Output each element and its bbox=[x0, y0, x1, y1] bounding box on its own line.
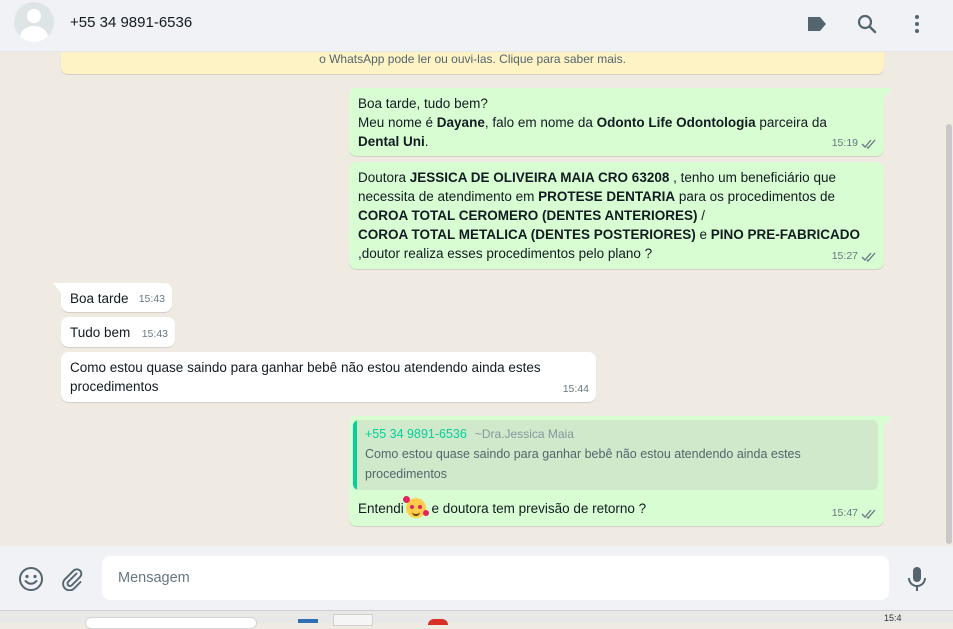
message-fragment: e doutora tem previsão de retorno ? bbox=[427, 501, 647, 516]
incoming-message[interactable]: Boa tarde 15:43 bbox=[53, 283, 172, 312]
message-fragment: Entendi bbox=[358, 501, 404, 516]
message-bold: Dayane bbox=[436, 115, 485, 130]
message-time: 15:43 bbox=[141, 328, 168, 340]
message-bold: Dental Uni bbox=[358, 134, 425, 149]
emoji-icon[interactable] bbox=[18, 566, 44, 592]
message-bold: PINO PRE-FABRICADO bbox=[710, 227, 861, 242]
quote-text: Como estou quase saindo para ganhar bebê… bbox=[365, 447, 801, 481]
taskbar-search[interactable] bbox=[85, 617, 257, 629]
message-bold: PROTESE DENTARIA bbox=[538, 189, 676, 204]
message-fragment: . bbox=[424, 134, 429, 149]
message-fragment: para os procedimentos de bbox=[675, 189, 835, 204]
message-time: 15:27 bbox=[831, 250, 858, 262]
message-text: Entendi e doutora tem previsão de retorn… bbox=[358, 496, 647, 518]
chat-scrollbar[interactable] bbox=[946, 124, 952, 544]
avatar-head bbox=[27, 9, 41, 23]
menu-dots-icon[interactable] bbox=[905, 12, 929, 36]
double-check-icon bbox=[861, 509, 876, 519]
contact-name[interactable]: +55 34 9891-6536 bbox=[70, 14, 192, 31]
contact-avatar[interactable] bbox=[14, 2, 54, 42]
message-bold: COROA TOTAL METALICA (DENTES POSTERIORES… bbox=[358, 227, 696, 242]
message-text: Doutora JESSICA DE OLIVEIRA MAIA CRO 632… bbox=[358, 168, 875, 263]
search-icon[interactable] bbox=[855, 12, 879, 36]
message-text: Como estou quase saindo para ganhar bebê… bbox=[70, 360, 541, 394]
quoted-message[interactable]: +55 34 9891-6536 ~Dra.Jessica Maia Como e… bbox=[353, 420, 878, 490]
taskbar-clock: 15:4 bbox=[884, 613, 902, 623]
quote-accent-bar bbox=[353, 420, 357, 490]
attach-icon[interactable] bbox=[59, 566, 85, 592]
chat-area[interactable]: o WhatsApp pode ler ou ouvi-las. Clique … bbox=[0, 52, 953, 546]
quote-author-alias: ~Dra.Jessica Maia bbox=[474, 427, 574, 441]
message-meta: 15:27 bbox=[832, 247, 877, 266]
message-fragment: parceira da bbox=[755, 115, 827, 130]
message-time: 15:19 bbox=[831, 137, 858, 149]
mic-icon[interactable] bbox=[904, 566, 930, 592]
message-time: 15:44 bbox=[562, 383, 589, 395]
quote-author: +55 34 9891-6536 ~Dra.Jessica Maia bbox=[365, 425, 574, 444]
message-fragment: / bbox=[697, 208, 706, 223]
message-fragment: ,doutor realiza esses procedimentos pelo… bbox=[358, 246, 653, 261]
double-check-icon bbox=[861, 252, 876, 262]
message-time: 15:43 bbox=[138, 293, 165, 305]
message-input[interactable] bbox=[102, 556, 889, 600]
quote-author-number: +55 34 9891-6536 bbox=[365, 427, 467, 441]
outgoing-message[interactable]: Doutora JESSICA DE OLIVEIRA MAIA CRO 632… bbox=[349, 162, 884, 269]
chat-header: +55 34 9891-6536 bbox=[0, 0, 953, 52]
message-time: 15:47 bbox=[831, 507, 858, 519]
message-fragment: Meu nome é bbox=[358, 115, 437, 130]
message-meta: 15:47 bbox=[832, 504, 877, 523]
outgoing-message[interactable]: Boa tarde, tudo bem? Meu nome é Dayane, … bbox=[349, 88, 892, 156]
incoming-message[interactable]: Como estou quase saindo para ganhar bebê… bbox=[61, 352, 596, 402]
incoming-message[interactable]: Tudo bem 15:43 bbox=[61, 317, 175, 347]
message-text: Boa tarde, tudo bem? Meu nome é Dayane, … bbox=[358, 94, 875, 151]
label-icon[interactable] bbox=[805, 12, 829, 36]
message-bold: Odonto Life Odontologia bbox=[596, 115, 756, 130]
message-fragment: Doutora bbox=[358, 170, 410, 185]
taskbar-app-icon[interactable] bbox=[428, 619, 448, 625]
message-text: Boa tarde bbox=[70, 291, 129, 306]
avatar-body bbox=[20, 26, 48, 42]
taskbar-app-icon[interactable] bbox=[333, 614, 373, 626]
message-bold: COROA TOTAL CEROMERO (DENTES ANTERIORES) bbox=[358, 208, 698, 223]
os-taskbar: 15:4 bbox=[0, 610, 953, 629]
encryption-banner[interactable]: o WhatsApp pode ler ou ouvi-las. Clique … bbox=[61, 52, 884, 74]
message-fragment: e bbox=[695, 227, 711, 242]
message-fragment: , falo em nome da bbox=[484, 115, 597, 130]
outgoing-message[interactable]: +55 34 9891-6536 ~Dra.Jessica Maia Como e… bbox=[349, 416, 892, 526]
smiling-face-with-hearts-icon bbox=[402, 496, 429, 518]
message-line: Boa tarde, tudo bem? bbox=[358, 96, 488, 111]
double-check-icon bbox=[861, 139, 876, 149]
message-meta: 15:19 bbox=[832, 134, 877, 153]
message-bold: JESSICA DE OLIVEIRA MAIA CRO 63208 bbox=[409, 170, 670, 185]
message-text: Tudo bem bbox=[70, 325, 131, 340]
taskbar-app-icon[interactable] bbox=[298, 619, 318, 623]
composer-bar bbox=[0, 546, 953, 610]
